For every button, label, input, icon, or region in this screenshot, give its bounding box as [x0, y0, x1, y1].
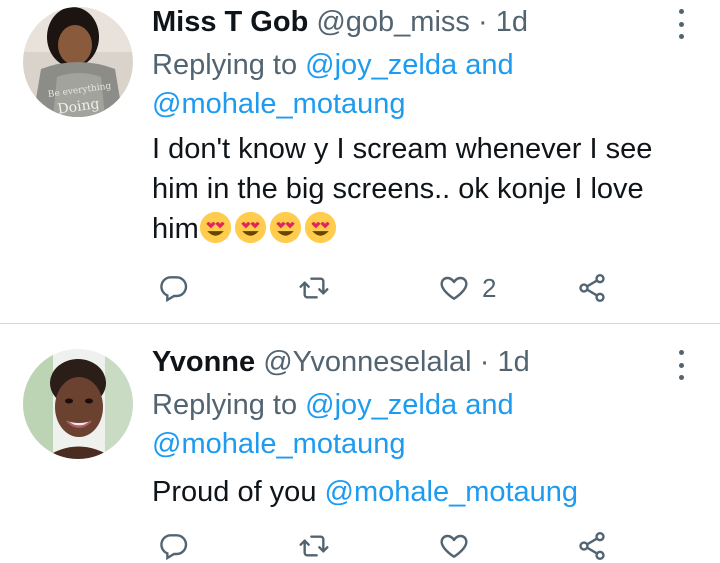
replying-to-cont: @mohale_motaung — [152, 86, 406, 122]
retweet-button[interactable] — [298, 266, 330, 310]
reply-button[interactable] — [158, 266, 190, 310]
avatar[interactable]: Be everything Doing — [23, 7, 133, 117]
reply-button[interactable] — [158, 524, 190, 563]
replying-to: Replying to @joy_zelda and — [152, 387, 514, 423]
share-button[interactable] — [576, 524, 608, 563]
tweet-actions — [0, 524, 720, 563]
reply-icon — [160, 276, 188, 303]
like-button[interactable] — [438, 524, 482, 563]
replying-to-label: Replying to — [152, 389, 298, 421]
tweet-text: I don't know y I scream whenever I see h… — [152, 129, 692, 249]
author-handle[interactable]: @gob_miss — [316, 6, 470, 38]
heart-eyes-emoji-icon — [269, 211, 301, 244]
author-name[interactable]: Miss T Gob — [152, 6, 308, 38]
share-icon — [579, 274, 605, 302]
separator: · — [479, 346, 490, 378]
like-button[interactable]: 2 — [438, 266, 496, 310]
replying-to: Replying to @joy_zelda and — [152, 47, 514, 83]
author-handle[interactable]: @Yvonneselalal — [263, 346, 471, 378]
author-name[interactable]: Yvonne — [152, 346, 255, 378]
heart-eyes-emoji-icon — [304, 211, 336, 244]
timestamp[interactable]: 1d — [496, 6, 528, 38]
mention-link[interactable]: @joy_zelda — [305, 49, 457, 81]
heart-eyes-emoji-icon — [234, 211, 266, 244]
replying-to-and[interactable]: and — [465, 49, 513, 81]
more-vertical-icon[interactable] — [674, 9, 688, 39]
heart-icon — [440, 276, 468, 300]
more-vertical-icon[interactable] — [674, 350, 688, 380]
replying-to-and[interactable]: and — [465, 389, 513, 421]
replying-to-label: Replying to — [152, 49, 298, 81]
replying-to-cont: @mohale_motaung — [152, 426, 406, 462]
mention-link[interactable]: @mohale_motaung — [152, 428, 406, 460]
tweet[interactable]: Be everything Doing Miss T Gob @gob_miss… — [0, 0, 720, 324]
like-count: 2 — [482, 272, 497, 303]
share-button[interactable] — [576, 266, 608, 310]
tweet-actions: 2 — [0, 266, 720, 310]
tweet[interactable]: Yvonne @Yvonneselalal · 1d Replying to @… — [0, 324, 720, 563]
tweet-text: Proud of you @mohale_motaung — [152, 472, 692, 512]
mention-link[interactable]: @mohale_motaung — [325, 476, 579, 508]
timestamp[interactable]: 1d — [497, 346, 529, 378]
share-icon — [579, 532, 605, 560]
tweet-text-content: Proud of you — [152, 476, 317, 508]
mention-link[interactable]: @joy_zelda — [305, 389, 457, 421]
heart-eyes-emoji-icon — [199, 211, 231, 244]
separator: · — [477, 6, 488, 38]
emoji-group — [199, 211, 337, 244]
reply-icon — [160, 534, 188, 561]
retweet-icon — [299, 277, 329, 299]
tweet-header: Yvonne @Yvonneselalal · 1d — [152, 345, 530, 379]
retweet-button[interactable] — [298, 524, 330, 563]
tweet-header: Miss T Gob @gob_miss · 1d — [152, 5, 528, 39]
avatar[interactable] — [23, 349, 133, 459]
mention-link[interactable]: @mohale_motaung — [152, 88, 406, 120]
retweet-icon — [299, 535, 329, 557]
heart-icon — [440, 534, 468, 558]
